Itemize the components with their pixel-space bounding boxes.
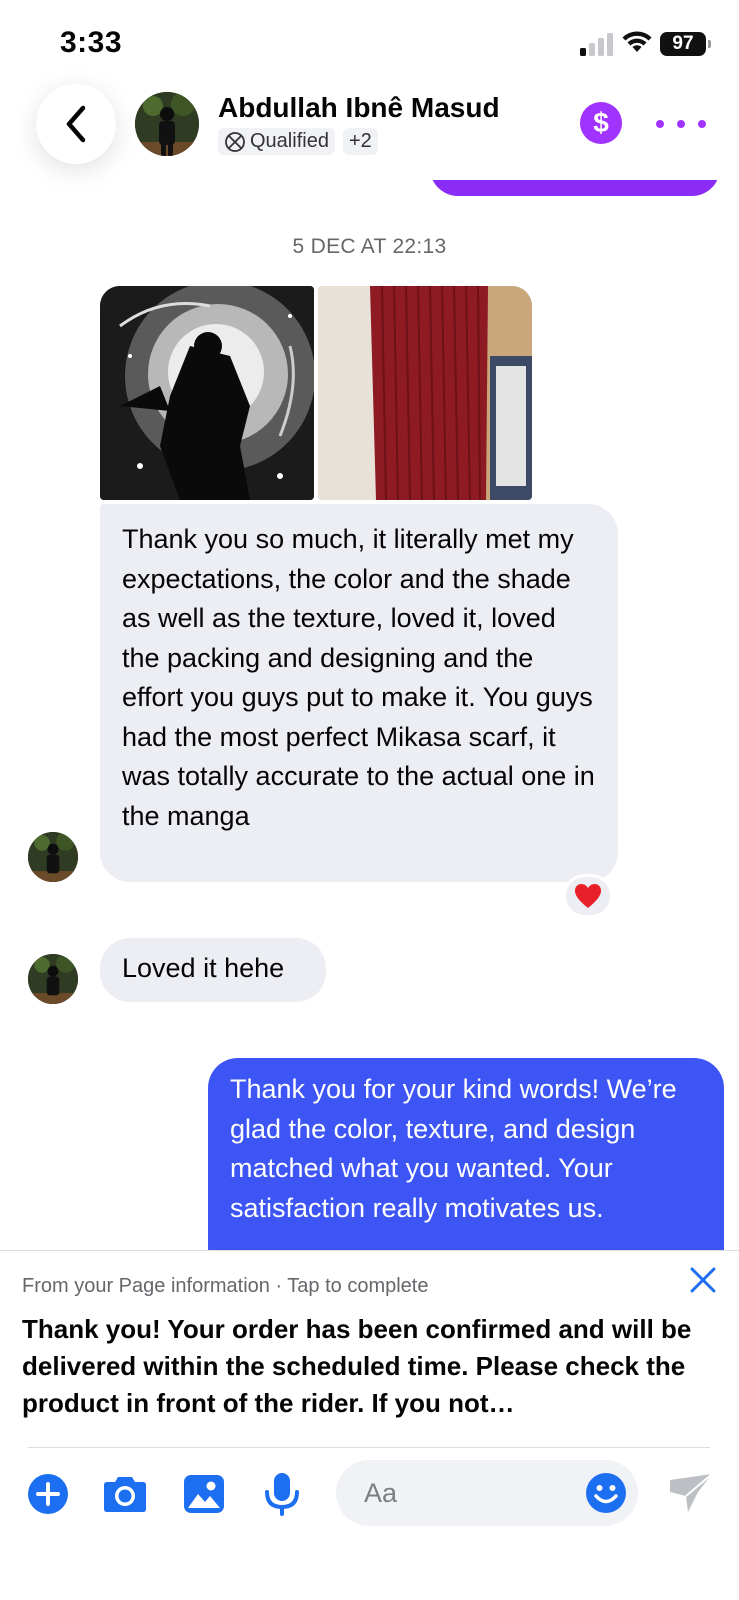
status-bar: 3:33 97 (0, 0, 739, 88)
sent-message[interactable]: Thank you for your kind words! We’re gla… (208, 1058, 724, 1278)
gallery-button[interactable] (180, 1470, 228, 1518)
message-reaction[interactable] (563, 874, 613, 918)
sender-avatar[interactable] (28, 832, 78, 882)
camera-icon (104, 1477, 146, 1512)
back-button[interactable] (36, 84, 116, 164)
cellular-signal-icon (580, 33, 613, 56)
avatar-image (28, 832, 78, 882)
back-arrow-icon (66, 105, 86, 143)
status-time: 3:33 (60, 26, 123, 59)
suggestion-header: From your Page information · Tap to comp… (22, 1275, 429, 1297)
avatar-image (135, 92, 199, 156)
chat-header: Abdullah Ibnê Masud Qualified +2 $ (0, 80, 739, 180)
heart-icon (575, 884, 601, 908)
received-message[interactable]: Loved it hehe (100, 938, 326, 1002)
camera-button[interactable] (101, 1470, 149, 1518)
contact-labels[interactable]: Qualified +2 (218, 128, 378, 155)
gallery-icon (184, 1475, 224, 1513)
received-message[interactable]: Thank you so much, it literally met my e… (100, 504, 618, 882)
qualified-label[interactable]: Qualified (218, 128, 335, 155)
avatar-image (28, 954, 78, 1004)
emoji-icon[interactable] (585, 1472, 627, 1514)
suggestion-text[interactable]: Thank you! Your order has been confirmed… (22, 1311, 722, 1423)
anime-artwork-image (100, 286, 314, 500)
anime-artwork-photo[interactable] (100, 286, 314, 500)
more-dots-icon[interactable] (656, 104, 706, 144)
divider (28, 1447, 710, 1448)
battery-icon: 97 (660, 32, 711, 56)
message-composer (0, 1452, 739, 1542)
message-timestamp: 5 DEC AT 22:13 (292, 235, 447, 258)
contact-name[interactable]: Abdullah Ibnê Masud (218, 92, 500, 124)
microphone-button[interactable] (258, 1470, 306, 1518)
extra-labels-count[interactable]: +2 (342, 128, 378, 155)
qualified-icon (225, 131, 245, 152)
close-icon[interactable] (688, 1265, 718, 1295)
send-icon[interactable] (668, 1470, 714, 1516)
red-scarf-photo[interactable] (318, 286, 532, 500)
sender-avatar[interactable] (28, 954, 78, 1004)
add-button[interactable] (24, 1470, 72, 1518)
add-icon (28, 1474, 68, 1514)
red-scarf-image (318, 286, 532, 500)
wifi-icon (622, 31, 652, 52)
qualified-label-text: Qualified (250, 130, 329, 152)
microphone-icon (265, 1473, 299, 1516)
dollar-icon[interactable]: $ (580, 102, 622, 144)
contact-avatar[interactable] (135, 92, 199, 156)
saved-reply-suggestion[interactable]: From your Page information · Tap to comp… (0, 1250, 739, 1450)
